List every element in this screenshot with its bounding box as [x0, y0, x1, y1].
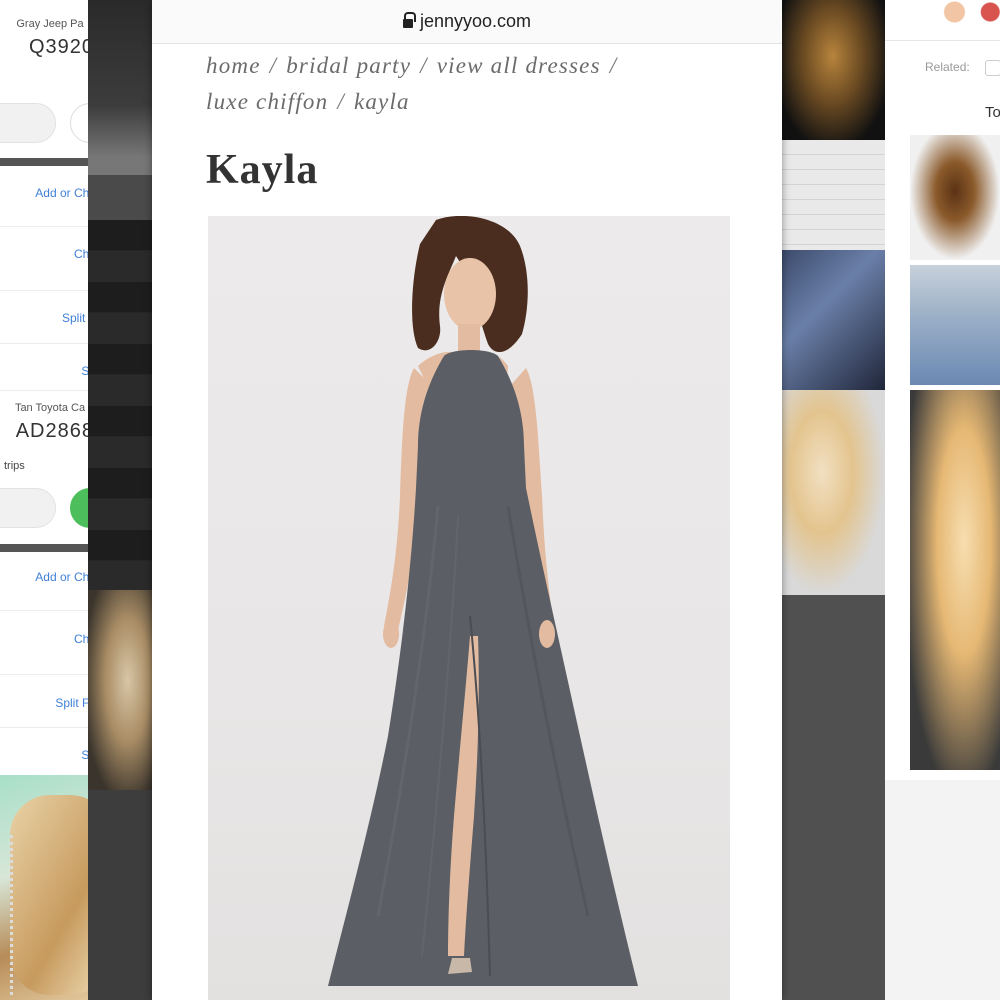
section-heading-fragment: To [985, 104, 1000, 121]
breadcrumb-separator: / [609, 53, 618, 78]
message-input[interactable] [0, 103, 56, 143]
url-text[interactable]: jennyyoo.com [420, 11, 531, 32]
phone-screen: jennyyoo.com home / bridal party / view all … [152, 0, 782, 1000]
car-description: Tan Toyota Ca [14, 402, 86, 414]
background-ride-app: Gray Jeep Pa Q3920 Add or Cha Cha Split … [0, 0, 100, 780]
row-divider [0, 674, 100, 675]
row-divider [0, 727, 100, 728]
background-list [88, 220, 160, 590]
background-thumb-person[interactable] [910, 265, 1000, 385]
add-or-change-link[interactable]: Add or Cha [0, 186, 100, 200]
breadcrumb-home[interactable]: home [206, 53, 261, 78]
license-plate: Q3920 [28, 36, 94, 58]
change-link[interactable]: Cha [0, 247, 100, 261]
row-divider [0, 226, 100, 227]
section-divider [0, 544, 100, 552]
background-thumb [88, 590, 160, 790]
background-thumb [780, 0, 885, 140]
section-divider [0, 158, 100, 166]
related-label: Related: [925, 60, 970, 74]
background-thumb [88, 790, 160, 1000]
share-link[interactable]: Sh [0, 364, 100, 378]
split-fare-link[interactable]: Split F [0, 311, 100, 325]
product-image[interactable] [208, 216, 730, 1000]
background-avatar [935, 0, 1000, 24]
row-divider [0, 290, 100, 291]
background-thumb [885, 780, 1000, 1000]
background-column-far-right: Related: To [885, 0, 1000, 1000]
lock-icon [402, 12, 416, 29]
background-thumb [88, 175, 160, 220]
breadcrumb-separator: / [337, 89, 345, 114]
address-bar[interactable]: jennyyoo.com [152, 0, 782, 44]
background-thumb [88, 0, 160, 175]
background-thumb [780, 140, 885, 250]
background-thumb-cake[interactable] [910, 135, 1000, 260]
row-divider [0, 343, 100, 344]
row-divider [0, 390, 100, 391]
breadcrumb-view-all-dresses[interactable]: view all dresses [437, 53, 601, 78]
split-fare-link[interactable]: Split Fa [0, 696, 100, 710]
row-divider [885, 40, 1000, 41]
background-column-left [88, 0, 160, 1000]
related-tag[interactable] [985, 60, 1000, 76]
background-column-right [780, 0, 885, 1000]
change-link[interactable]: Cha [0, 632, 100, 646]
dress-photo [328, 216, 638, 986]
breadcrumb: home / bridal party / view all dresses / luxe … [206, 48, 686, 120]
breadcrumb-bridal-party[interactable]: bridal party [286, 53, 411, 78]
page-title: Kayla [206, 147, 319, 193]
background-photo-earring [0, 775, 100, 1000]
breadcrumb-luxe-chiffon[interactable]: luxe chiffon [206, 89, 328, 114]
trips-label: trips [4, 460, 25, 472]
background-thumb [780, 595, 885, 1000]
background-thumb [780, 390, 885, 595]
background-thumb [780, 250, 885, 390]
row-divider [0, 610, 100, 611]
message-input[interactable] [0, 488, 56, 528]
breadcrumb-kayla[interactable]: kayla [354, 89, 410, 114]
share-link[interactable]: Sh [0, 748, 100, 762]
breadcrumb-separator: / [420, 53, 428, 78]
add-or-change-link[interactable]: Add or Cha [0, 570, 100, 584]
background-thumb-hair[interactable] [910, 390, 1000, 770]
earring-shape [10, 835, 24, 995]
breadcrumb-separator: / [269, 53, 278, 78]
car-description: Gray Jeep Pa [16, 18, 84, 30]
license-plate: AD2868 [15, 420, 94, 442]
